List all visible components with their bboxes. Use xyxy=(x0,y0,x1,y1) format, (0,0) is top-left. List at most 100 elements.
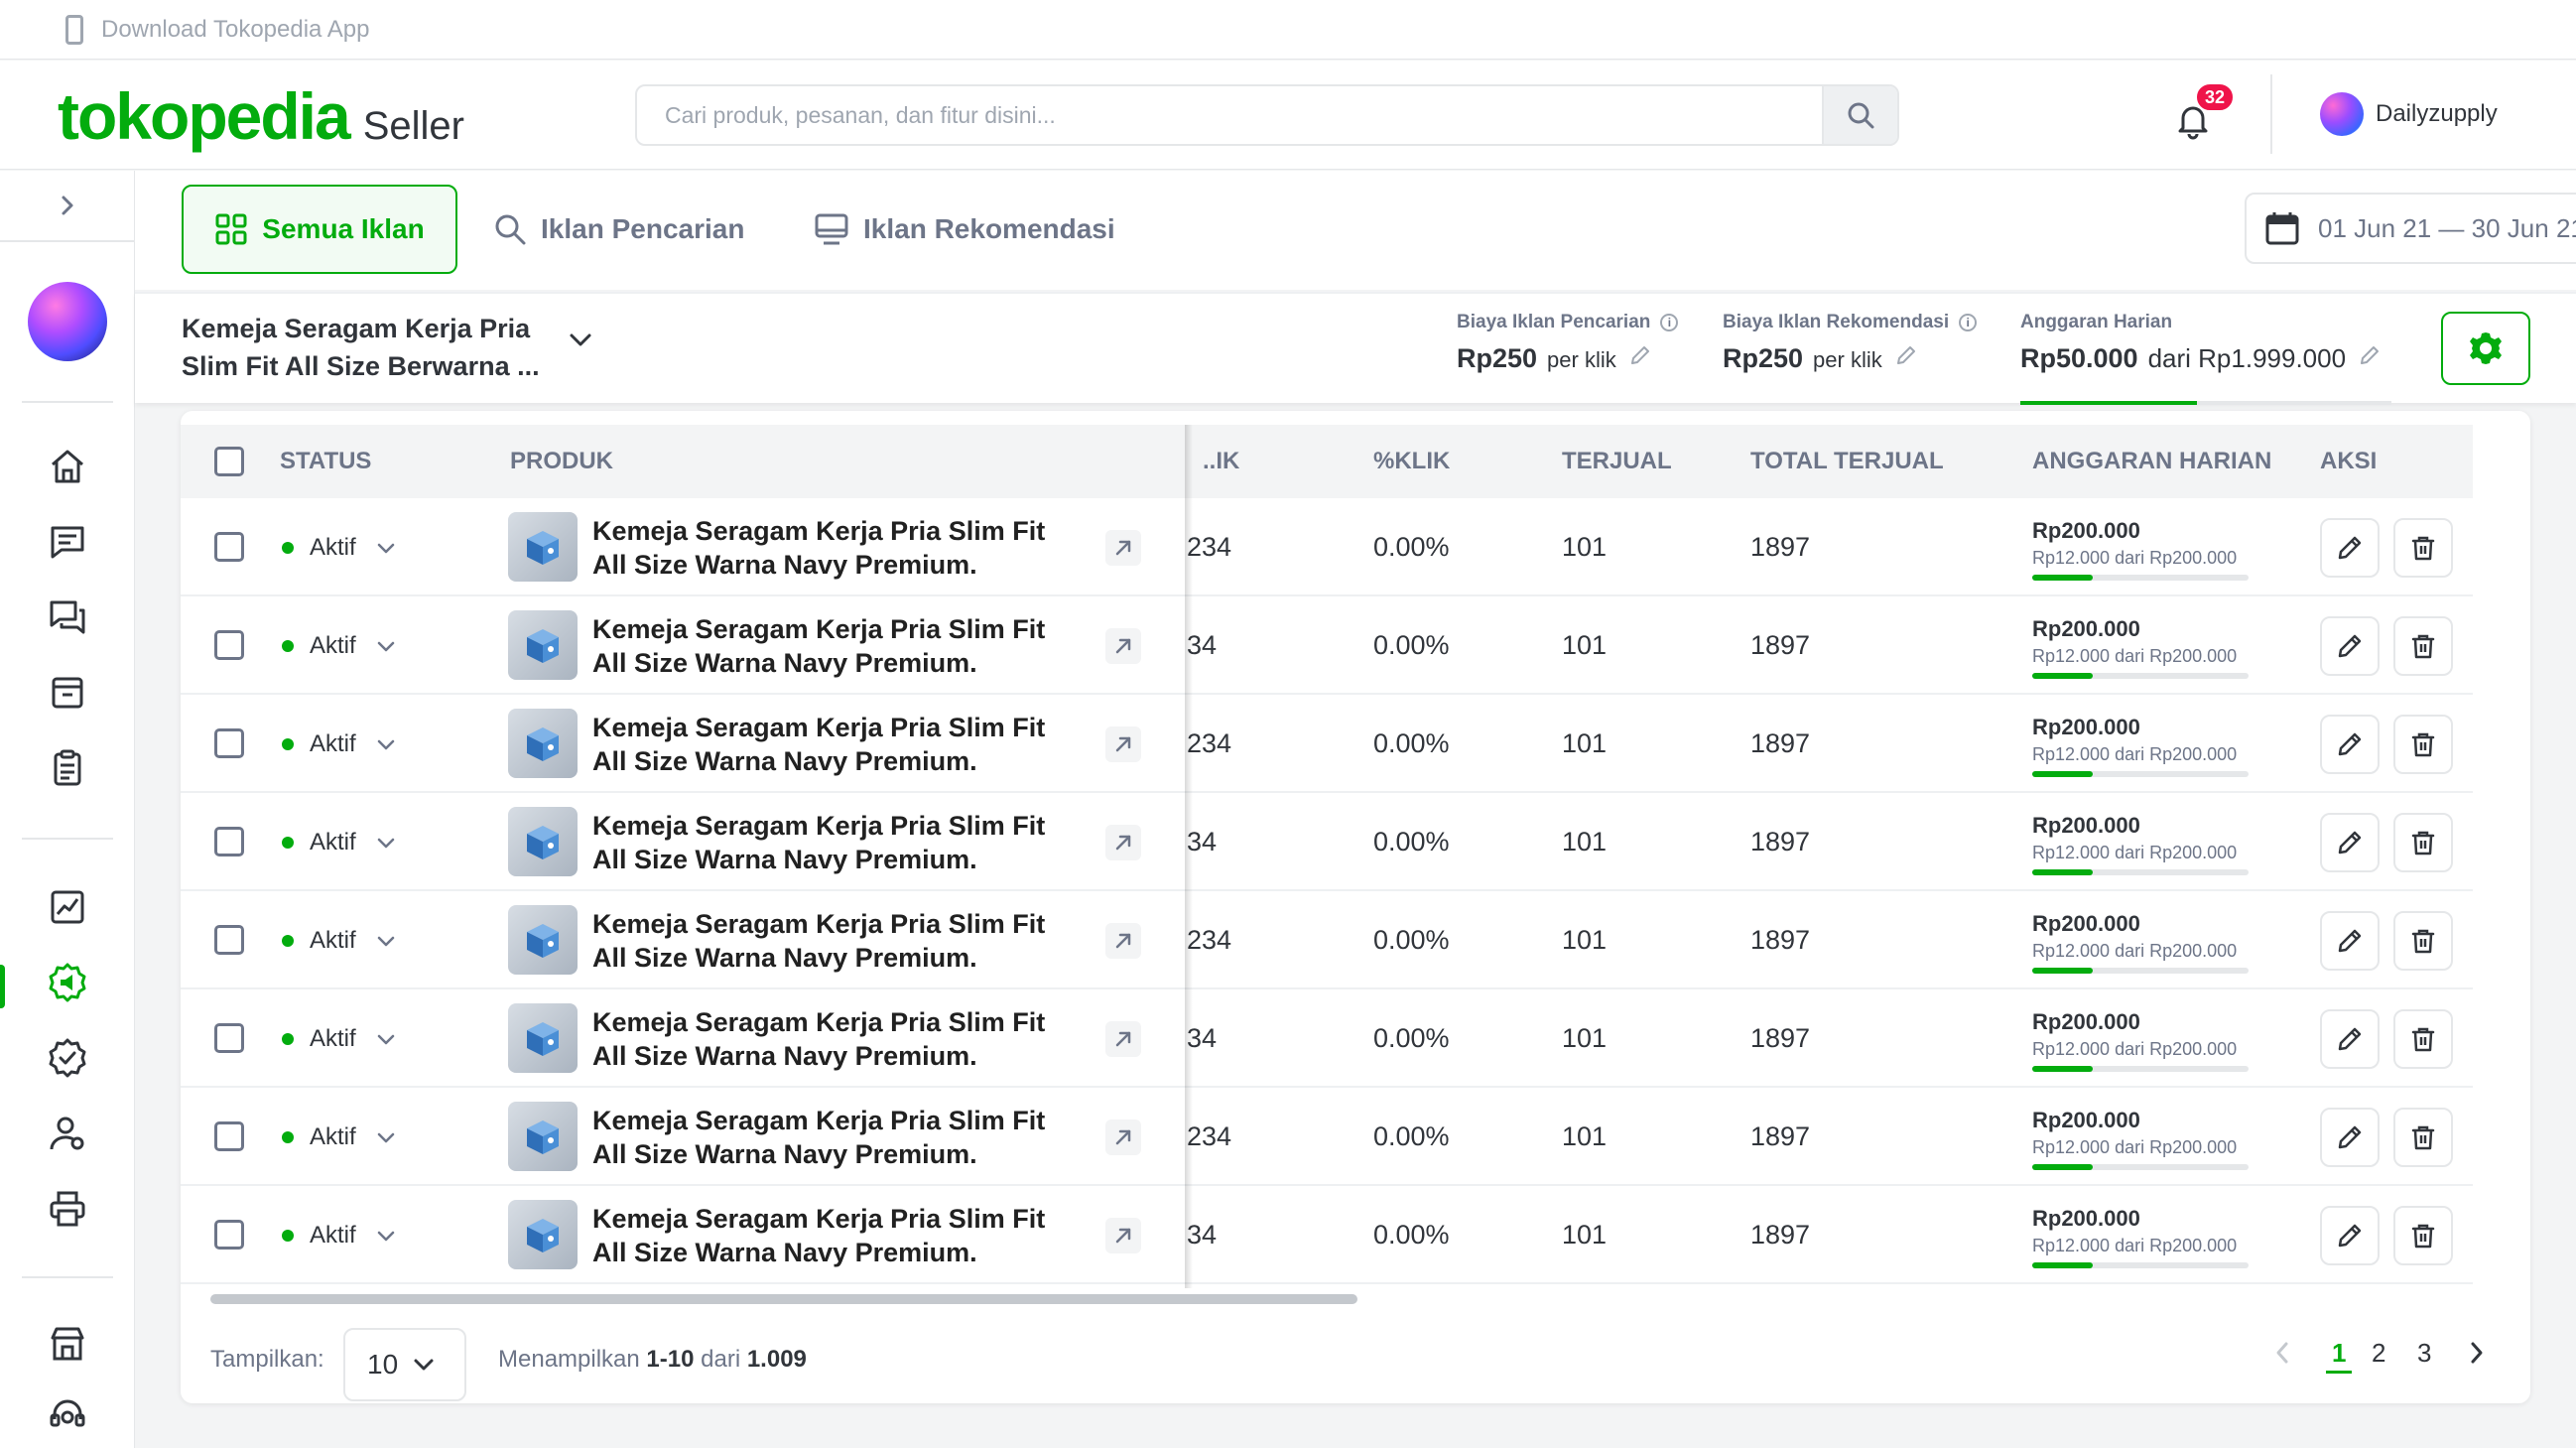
open-product-link[interactable] xyxy=(1105,825,1141,860)
product-title[interactable]: Kemeja Seragam Kerja Pria Slim Fit All S… xyxy=(592,1104,1108,1171)
open-product-link[interactable] xyxy=(1105,923,1141,959)
sidebar-item-ads[interactable] xyxy=(44,959,91,1006)
info-icon[interactable]: i xyxy=(1660,314,1679,331)
pencil-icon[interactable] xyxy=(1894,343,1918,367)
edit-button[interactable] xyxy=(2320,1009,2380,1069)
product-dropdown-toggle[interactable] xyxy=(568,328,593,358)
pagination-page-1[interactable]: 1 xyxy=(2326,1338,2353,1374)
logo[interactable]: tokopedia Seller xyxy=(58,78,464,154)
sidebar-item-badge[interactable] xyxy=(44,1034,91,1082)
product-title[interactable]: Kemeja Seragam Kerja Pria Slim Fit All S… xyxy=(592,809,1108,876)
product-title[interactable]: Kemeja Seragam Kerja Pria Slim Fit All S… xyxy=(592,514,1108,582)
sidebar-item-statistics[interactable] xyxy=(44,883,91,931)
edit-button[interactable] xyxy=(2320,1206,2380,1265)
product-selector[interactable]: Kemeja Seragam Kerja Pria Slim Fit All S… xyxy=(182,310,559,385)
product-thumbnail[interactable] xyxy=(508,1200,578,1269)
page-size-select[interactable]: 10 xyxy=(343,1328,466,1401)
col-terjual[interactable]: TERJUAL xyxy=(1562,425,1672,498)
product-thumbnail[interactable] xyxy=(508,807,578,876)
select-all-checkbox[interactable] xyxy=(214,447,244,476)
sidebar-item-discussion[interactable] xyxy=(44,593,91,641)
col-klik[interactable]: ..IK xyxy=(1203,425,1239,498)
delete-button[interactable] xyxy=(2393,1009,2453,1069)
search-input[interactable] xyxy=(637,86,1822,144)
col-status[interactable]: STATUS xyxy=(280,425,371,498)
open-product-link[interactable] xyxy=(1105,628,1141,664)
sidebar-item-shop[interactable] xyxy=(44,1320,91,1368)
open-product-link[interactable] xyxy=(1105,1119,1141,1155)
status-dropdown[interactable]: Aktif xyxy=(282,498,396,596)
sidebar-expand-button[interactable] xyxy=(0,171,135,242)
delete-button[interactable] xyxy=(2393,813,2453,872)
pagination-page-2[interactable]: 2 xyxy=(2372,1338,2385,1374)
col-produk[interactable]: PRODUK xyxy=(510,425,613,498)
product-title[interactable]: Kemeja Seragam Kerja Pria Slim Fit All S… xyxy=(592,1202,1108,1269)
row-checkbox[interactable] xyxy=(214,1023,244,1053)
search-button[interactable] xyxy=(1822,86,1897,144)
info-icon[interactable]: i xyxy=(1959,314,1978,331)
open-product-link[interactable] xyxy=(1105,726,1141,762)
product-thumbnail[interactable] xyxy=(508,1003,578,1073)
product-title[interactable]: Kemeja Seragam Kerja Pria Slim Fit All S… xyxy=(592,1005,1108,1073)
row-checkbox[interactable] xyxy=(214,925,244,955)
user-menu[interactable]: Dailyzupply xyxy=(2320,92,2498,136)
sidebar-item-printer[interactable] xyxy=(44,1185,91,1233)
status-dropdown[interactable]: Aktif xyxy=(282,596,396,695)
product-thumbnail[interactable] xyxy=(508,512,578,582)
pagination-next[interactable] xyxy=(2465,1338,2489,1374)
delete-button[interactable] xyxy=(2393,911,2453,971)
row-checkbox[interactable] xyxy=(214,532,244,562)
sidebar-item-chat[interactable] xyxy=(44,518,91,566)
pagination-page-3[interactable]: 3 xyxy=(2417,1338,2431,1374)
row-checkbox[interactable] xyxy=(214,630,244,660)
open-product-link[interactable] xyxy=(1105,1021,1141,1057)
delete-button[interactable] xyxy=(2393,715,2453,774)
edit-button[interactable] xyxy=(2320,616,2380,676)
delete-button[interactable] xyxy=(2393,616,2453,676)
edit-button[interactable] xyxy=(2320,518,2380,578)
status-dropdown[interactable]: Aktif xyxy=(282,1088,396,1186)
sidebar-item-store[interactable] xyxy=(44,669,91,717)
status-dropdown[interactable]: Aktif xyxy=(282,891,396,989)
status-dropdown[interactable]: Aktif xyxy=(282,793,396,891)
date-range-picker[interactable]: 01 Jun 21 — 30 Jun 21 xyxy=(2245,193,2576,264)
download-app-bar[interactable]: Download Tokopedia App xyxy=(0,0,2576,60)
tab-iklan-rekomendasi[interactable]: Iklan Rekomendasi xyxy=(814,185,1115,274)
row-checkbox[interactable] xyxy=(214,827,244,856)
product-thumbnail[interactable] xyxy=(508,1102,578,1171)
row-checkbox[interactable] xyxy=(214,1121,244,1151)
settings-button[interactable] xyxy=(2441,312,2530,385)
pencil-icon[interactable] xyxy=(1628,343,1652,367)
tab-iklan-pencarian[interactable]: Iklan Pencarian xyxy=(493,185,744,274)
sidebar-item-home[interactable] xyxy=(44,443,91,490)
status-dropdown[interactable]: Aktif xyxy=(282,1186,396,1284)
col-pct-klik[interactable]: %KLIK xyxy=(1373,425,1450,498)
product-thumbnail[interactable] xyxy=(508,905,578,975)
delete-button[interactable] xyxy=(2393,1108,2453,1167)
tab-semua-iklan[interactable]: Semua Iklan xyxy=(182,185,457,274)
shop-avatar[interactable] xyxy=(28,282,107,361)
horizontal-scrollbar[interactable] xyxy=(210,1294,1357,1304)
status-dropdown[interactable]: Aktif xyxy=(282,989,396,1088)
col-total-terjual[interactable]: TOTAL TERJUAL xyxy=(1750,425,1944,498)
product-thumbnail[interactable] xyxy=(508,709,578,778)
pagination-prev[interactable] xyxy=(2270,1338,2294,1374)
product-title[interactable]: Kemeja Seragam Kerja Pria Slim Fit All S… xyxy=(592,907,1108,975)
edit-button[interactable] xyxy=(2320,911,2380,971)
delete-button[interactable] xyxy=(2393,518,2453,578)
sidebar-item-user-settings[interactable] xyxy=(44,1110,91,1157)
status-dropdown[interactable]: Aktif xyxy=(282,695,396,793)
pencil-icon[interactable] xyxy=(2358,343,2382,367)
row-checkbox[interactable] xyxy=(214,728,244,758)
download-app-link[interactable]: Download Tokopedia App xyxy=(101,16,369,44)
open-product-link[interactable] xyxy=(1105,1218,1141,1253)
col-anggaran-harian[interactable]: ANGGARAN HARIAN xyxy=(2032,425,2271,498)
sidebar-item-orders[interactable] xyxy=(44,744,91,792)
open-product-link[interactable] xyxy=(1105,530,1141,566)
product-title[interactable]: Kemeja Seragam Kerja Pria Slim Fit All S… xyxy=(592,711,1108,778)
product-title[interactable]: Kemeja Seragam Kerja Pria Slim Fit All S… xyxy=(592,612,1108,680)
product-thumbnail[interactable] xyxy=(508,610,578,680)
sidebar-item-help[interactable] xyxy=(44,1391,91,1439)
delete-button[interactable] xyxy=(2393,1206,2453,1265)
edit-button[interactable] xyxy=(2320,813,2380,872)
